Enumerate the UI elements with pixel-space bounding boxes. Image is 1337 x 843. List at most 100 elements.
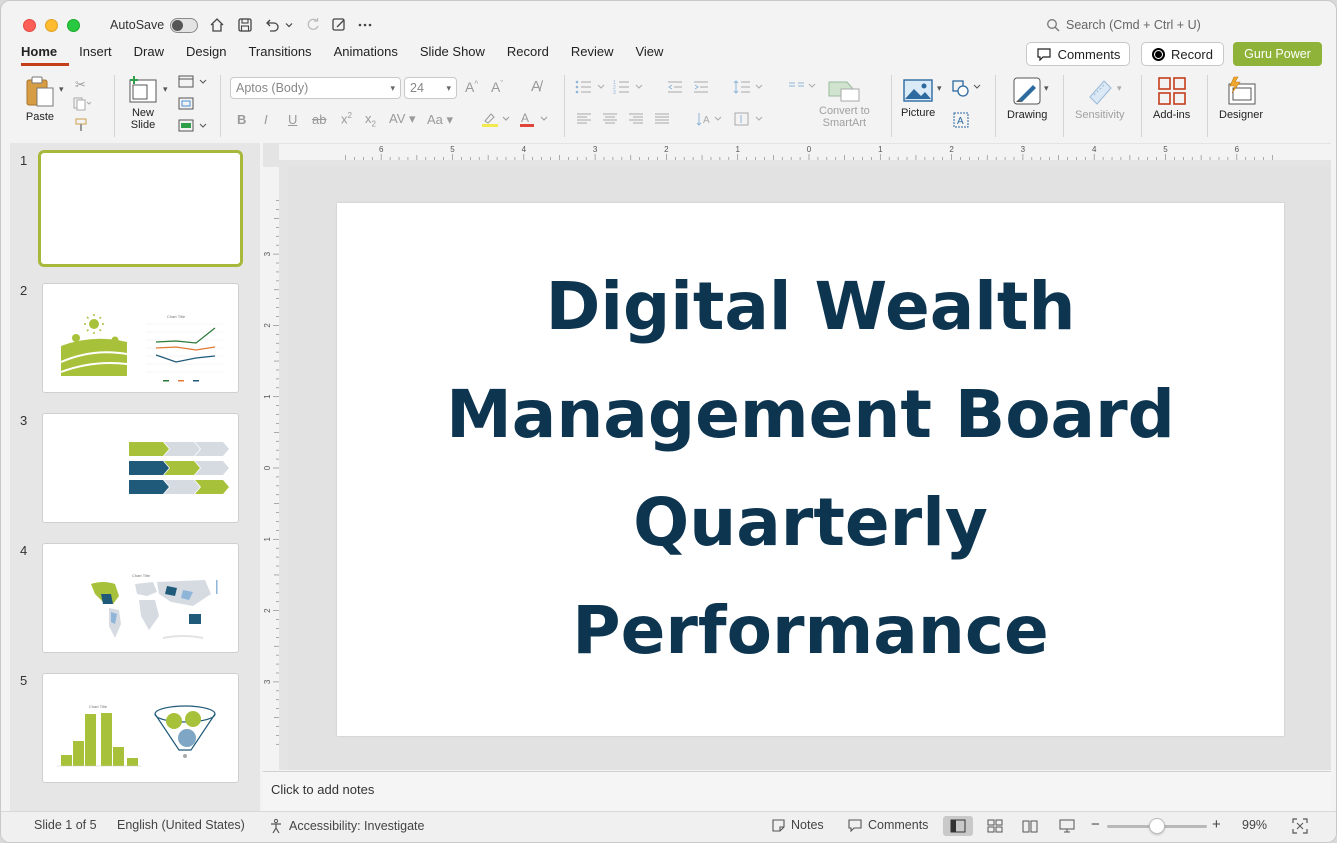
tab-home[interactable]: Home — [21, 44, 70, 66]
maximize-window-button[interactable] — [67, 19, 80, 32]
tab-view[interactable]: View — [635, 44, 675, 66]
zoom-in-icon[interactable]: + — [1212, 816, 1221, 833]
slide-title-line-3: Quarterly — [633, 484, 988, 561]
decrease-indent-icon[interactable] — [667, 79, 683, 98]
superscript-icon[interactable]: x2 — [341, 111, 352, 126]
save-icon[interactable] — [235, 15, 255, 35]
shapes-icon[interactable] — [951, 79, 983, 100]
paste-chevron-down-icon[interactable]: ▾ — [59, 84, 64, 95]
drawing-chevron-down-icon[interactable]: ▾ — [1044, 83, 1049, 94]
tab-insert[interactable]: Insert — [79, 44, 124, 66]
italic-icon[interactable]: I — [264, 112, 268, 127]
align-right-icon[interactable] — [628, 112, 644, 129]
tab-review[interactable]: Review — [571, 44, 626, 66]
slide-thumbnail-3[interactable] — [42, 413, 239, 523]
redo-icon[interactable] — [303, 15, 323, 35]
notes-placeholder: Click to add notes — [271, 782, 375, 797]
reading-view-button[interactable] — [1015, 816, 1045, 836]
comments-button[interactable]: Comments — [1026, 42, 1130, 66]
undo-icon[interactable] — [262, 15, 282, 35]
subscript-icon[interactable]: x2 — [365, 111, 376, 129]
new-slide-button[interactable]: New Slide — [127, 75, 159, 131]
layout-icon[interactable] — [178, 75, 208, 92]
decrease-font-size-icon[interactable]: Aˇ — [491, 79, 503, 95]
vertical-ruler[interactable]: 3 2 1 0 1 2 3 — [263, 167, 279, 770]
align-left-icon[interactable] — [576, 112, 592, 129]
font-name-select[interactable]: Aptos (Body) ▾ — [230, 77, 401, 99]
search-box[interactable]: Search (Cmd + Ctrl + U) — [1046, 18, 1201, 32]
increase-font-size-icon[interactable]: A^ — [465, 79, 478, 95]
align-text-icon[interactable] — [733, 111, 765, 130]
current-slide[interactable]: Digital Wealth Management Board Quarterl… — [337, 203, 1284, 736]
columns-icon[interactable] — [788, 79, 818, 96]
minimize-window-button[interactable] — [45, 19, 58, 32]
fit-to-window-icon[interactable] — [1292, 818, 1308, 834]
horizontal-ruler[interactable]: 6 5 4 3 2 1 0 1 2 3 4 5 6 — [279, 144, 1331, 160]
designer-button[interactable]: Designer — [1219, 75, 1263, 121]
notes-toggle-button[interactable]: Notes — [771, 818, 824, 832]
slide-show-view-button[interactable] — [1052, 816, 1082, 836]
zoom-slider-handle[interactable] — [1149, 818, 1165, 834]
justify-icon[interactable] — [654, 112, 670, 129]
text-direction-icon[interactable]: A — [696, 111, 724, 130]
notes-pane[interactable]: Click to add notes — [263, 771, 1331, 811]
guru-power-button[interactable]: Guru Power — [1233, 42, 1322, 66]
tab-slide-show[interactable]: Slide Show — [420, 44, 497, 66]
slide-thumbnail-5[interactable]: Chart Title — [42, 673, 239, 783]
slide-thumbnail-1[interactable] — [38, 150, 243, 267]
slide-sorter-view-button[interactable] — [980, 816, 1010, 836]
customize-icon[interactable] — [329, 15, 349, 35]
increase-indent-icon[interactable] — [693, 79, 709, 98]
picture-icon — [903, 79, 933, 102]
underline-icon[interactable]: U — [288, 112, 297, 127]
bold-icon[interactable]: B — [237, 112, 246, 127]
copy-icon[interactable] — [73, 97, 92, 114]
bullets-icon[interactable] — [575, 79, 607, 98]
undo-dropdown-chevron-down-icon[interactable] — [282, 15, 296, 35]
home-icon[interactable] — [207, 15, 227, 35]
align-center-icon[interactable] — [602, 112, 618, 129]
font-size-select[interactable]: 24 ▾ — [404, 77, 457, 99]
tab-animations[interactable]: Animations — [334, 44, 410, 66]
sensitivity-chevron-down-icon[interactable]: ▾ — [1117, 83, 1122, 94]
picture-button[interactable]: Picture — [901, 77, 935, 119]
accessibility-status[interactable]: Accessibility: Investigate — [268, 818, 424, 834]
strikethrough-icon[interactable]: ab — [312, 112, 326, 127]
numbering-icon[interactable]: 123 — [613, 79, 645, 98]
format-painter-icon[interactable] — [74, 118, 88, 135]
line-spacing-icon[interactable] — [733, 79, 765, 98]
tab-draw[interactable]: Draw — [134, 44, 176, 66]
convert-to-smartart-button[interactable]: Convert to SmartArt — [819, 79, 870, 129]
highlight-icon[interactable] — [481, 111, 511, 130]
comments-toggle-button[interactable]: Comments — [847, 818, 928, 832]
slide-title-textbox[interactable]: Digital Wealth Management Board Quarterl… — [337, 253, 1284, 685]
slide-thumbnail-4[interactable]: Chart Title — [42, 543, 239, 653]
new-slide-chevron-down-icon[interactable]: ▾ — [163, 84, 168, 95]
more-options-icon[interactable] — [355, 15, 375, 35]
cut-icon[interactable]: ✂ — [75, 77, 86, 93]
normal-view-button[interactable] — [943, 816, 973, 836]
reset-slide-icon[interactable] — [178, 97, 194, 114]
zoom-out-icon[interactable]: − — [1091, 816, 1100, 833]
tab-design[interactable]: Design — [186, 44, 238, 66]
picture-chevron-down-icon[interactable]: ▾ — [937, 83, 942, 94]
zoom-level[interactable]: 99% — [1242, 818, 1267, 832]
autosave-toggle[interactable] — [170, 18, 198, 33]
drawing-button[interactable]: Drawing — [1007, 75, 1047, 121]
clear-formatting-icon[interactable]: A̸ — [531, 78, 541, 95]
sensitivity-button[interactable]: Sensitivity — [1075, 75, 1125, 121]
tab-transitions[interactable]: Transitions — [248, 44, 323, 66]
close-window-button[interactable] — [23, 19, 36, 32]
font-color-icon[interactable]: A — [519, 111, 549, 130]
accessibility-label: Accessibility: Investigate — [289, 819, 425, 833]
tab-record[interactable]: Record — [507, 44, 561, 66]
text-box-icon[interactable]: A — [953, 112, 969, 131]
add-ins-button[interactable]: Add-ins — [1153, 75, 1190, 121]
language-status[interactable]: English (United States) — [117, 818, 245, 832]
slide-thumbnail-2[interactable]: Chart Title — [42, 283, 239, 393]
paste-button[interactable]: Paste — [23, 75, 57, 123]
character-spacing-icon[interactable]: AV ▾ — [389, 111, 416, 127]
section-icon[interactable] — [178, 119, 208, 136]
change-case-icon[interactable]: Aa ▾ — [427, 112, 453, 128]
record-button[interactable]: Record — [1141, 42, 1224, 66]
